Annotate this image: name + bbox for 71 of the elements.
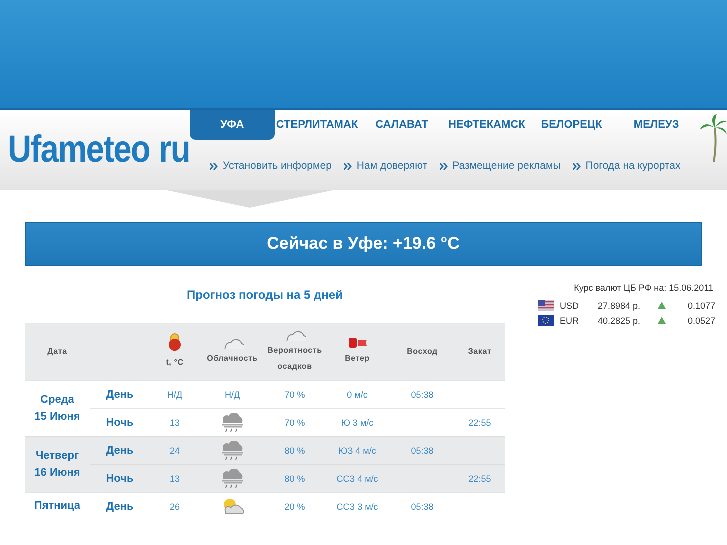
column-header: Вероятность осадков [266,344,324,373]
sunset-time: 22:55 [468,418,492,428]
day-name: Четверг [34,448,80,464]
currency-title: Курс валют ЦБ РФ на: 15.06.2011 [573,283,715,293]
column-header: Дата [48,346,68,358]
day-date: 15 Июня [34,410,82,424]
city-tab[interactable]: УФА [190,110,275,140]
city-tab[interactable]: БЕЛОРЕЦК [529,110,614,140]
temperature-value: Н/Д [167,390,183,400]
sunrise-time: 05:38 [411,502,434,512]
currency-change: 0.1077 [688,300,716,310]
sunrise-time: 05:38 [411,446,434,456]
temperature-value: 13 [170,474,180,484]
nav-link[interactable]: Погода на курортах [572,160,681,172]
precipitation-value: 70 % [284,390,306,400]
currency-code: EUR [560,316,580,326]
rain-cloud-icon [220,440,246,460]
double-chevron-icon [344,162,352,170]
currency-rate: 27.8984 р. [598,300,642,310]
wind-value: ССЗ 4 м/с [336,474,378,484]
nav-link[interactable]: Установить информер [210,160,332,172]
forecast-title: Прогноз погоды на 5 дней [186,287,344,304]
column-header: Восход [407,346,438,358]
column-header: Ветер [345,352,370,365]
nav-link[interactable]: Нам доверяют [344,160,428,172]
temperature-value: 24 [170,446,180,456]
day-date: 16 Июня [34,466,82,480]
currency-rate: 40.2825 р. [598,316,642,326]
day-name: Среда [40,392,76,408]
period-label: Ночь [106,416,134,428]
day-name: Пятница [33,499,82,514]
logo-text[interactable]: Ufameteo [8,128,150,172]
wind-value: ЮЗ 4 м/с [338,446,376,456]
flag-icon [538,300,554,311]
city-tab[interactable]: МЕЛЕУЗ [614,110,699,140]
city-tab[interactable]: САЛАВАТ [360,110,444,140]
column-header: t, °C [166,356,184,368]
windsock-icon [346,336,368,348]
period-label: День [106,388,134,400]
flag-icon [538,315,554,326]
wind-value: 0 м/с [347,390,368,400]
temperature-value: 26 [170,502,180,512]
precipitation-value: 20 % [284,502,306,512]
precipitation-value: 70 % [284,418,306,428]
currency-code: USD [560,300,580,310]
column-header: Облачность [207,352,258,364]
wind-value: ССЗ 3 м/с [336,502,378,512]
double-chevron-icon [210,162,218,170]
currency-change: 0.0527 [688,316,716,326]
double-chevron-icon [440,162,448,170]
period-label: Ночь [106,472,134,484]
sunrise-time: 05:38 [411,390,434,400]
city-tab[interactable]: НЕФТЕКАМСК [444,110,530,140]
period-label: День [106,444,134,456]
wind-value: Ю 3 м/с [341,418,374,428]
precipitation-value: 80 % [284,446,306,456]
nav-link[interactable]: Размещение рекламы [440,160,561,172]
double-chevron-icon [572,162,581,170]
thermometer-icon [168,332,182,352]
sunset-time: 22:55 [468,474,492,484]
cloud-icon [284,328,306,340]
temperature-value: 13 [170,418,180,428]
precipitation-value: 80 % [284,474,306,484]
current-weather-banner: Сейчас в Уфе: +19.6 °C [25,222,702,266]
rain-cloud-icon [220,468,246,488]
rain-cloud-icon [220,412,246,432]
column-header: Закат [468,346,492,358]
city-tab[interactable]: СТЕРЛИТАМАК [274,110,360,140]
period-label: День [106,500,134,512]
cloudiness-value: Н/Д [224,390,240,400]
logo-text[interactable]: ru [159,128,190,172]
